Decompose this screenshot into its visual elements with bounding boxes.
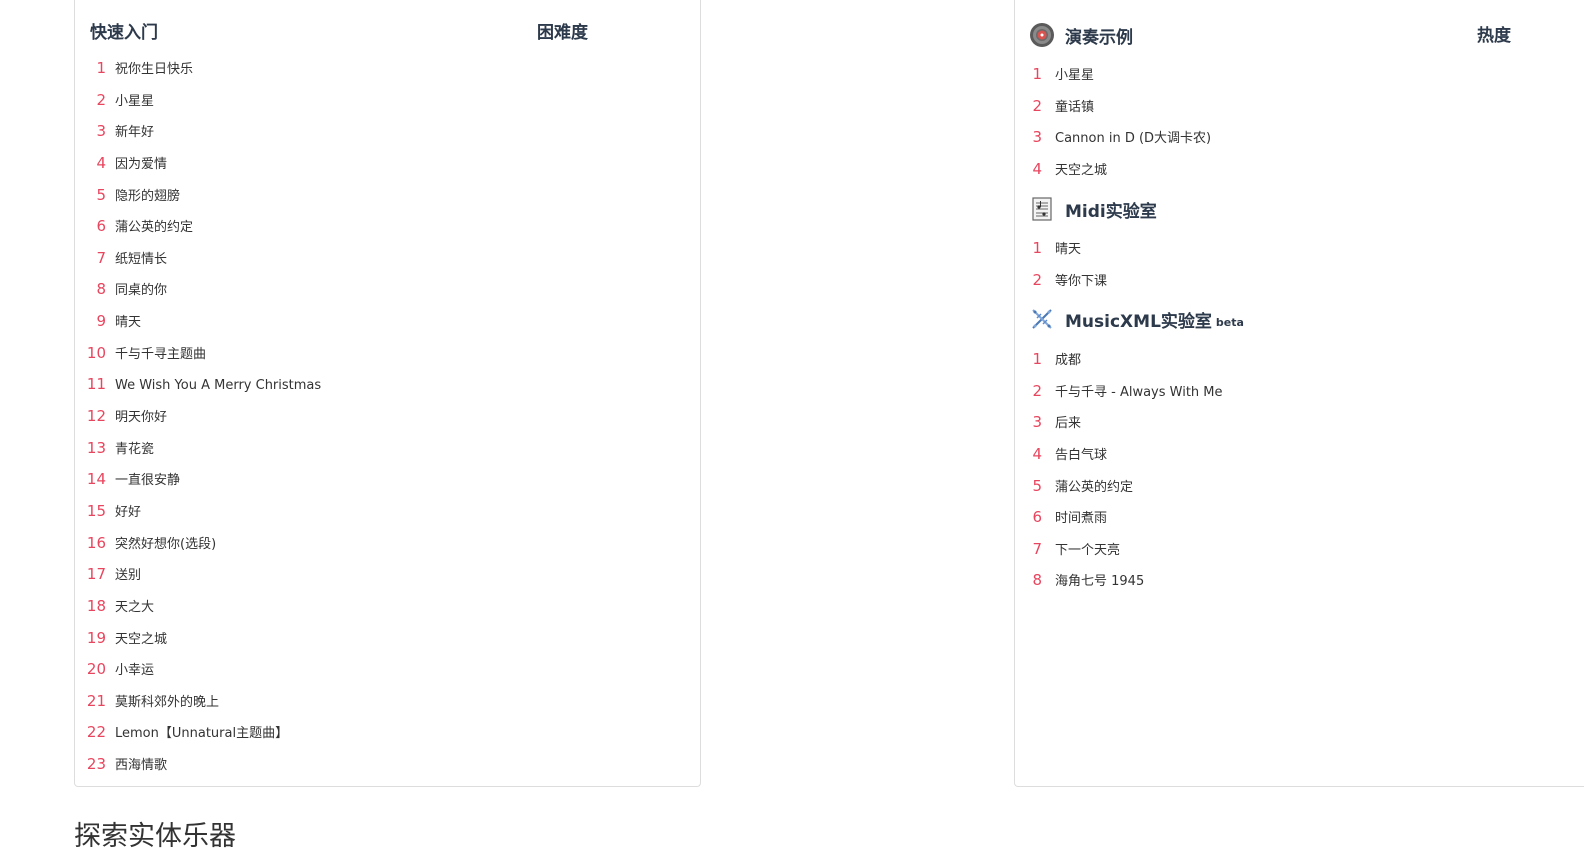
rank-number: 1: [1032, 350, 1042, 368]
song-link[interactable]: 成都: [1055, 351, 1081, 371]
rank-number: 19: [86, 628, 106, 647]
song-link[interactable]: 送别: [115, 566, 141, 586]
song-link[interactable]: 因为爱情: [115, 155, 167, 175]
demo-section-title: 演奏示例: [1065, 27, 1133, 48]
rank-number: 8: [1032, 571, 1042, 590]
rank-number: 2: [96, 90, 106, 109]
song-link[interactable]: 蒲公英的约定: [115, 218, 193, 238]
song-link[interactable]: 蒲公英的约定: [1055, 478, 1133, 498]
demo-panel: 演奏示例 热度 1 小星星 2 童话镇 3 Cannon in D (D大调卡农) 4 天空之…: [1014, 0, 1584, 787]
vinyl-record-icon: [1029, 22, 1055, 48]
rank-number: 20: [86, 660, 106, 679]
song-link[interactable]: 千与千寻主题曲: [115, 345, 206, 365]
song-link[interactable]: 莫斯科郊外的晚上: [115, 693, 219, 713]
song-link[interactable]: 好好: [115, 503, 141, 523]
song-link[interactable]: 青花瓷: [115, 440, 154, 460]
rank-number: 7: [96, 248, 106, 267]
difficulty-column-header: 困难度: [537, 23, 588, 43]
rank-number: 2: [1032, 96, 1042, 115]
rank-number: 4: [1032, 159, 1042, 178]
rank-number: 8: [96, 280, 106, 299]
quickstart-panel: 快速入门 困难度 1 祝你生日快乐 2 小星星 3 新年好 4 因为爱情 5 隐形的翅膀 6 蒲公英的…: [74, 0, 701, 787]
rank-number: 7: [1032, 539, 1042, 558]
song-link[interactable]: 晴天: [1055, 240, 1081, 260]
explore-instruments-heading: 探索实体乐器: [74, 821, 236, 852]
song-link[interactable]: 晴天: [115, 313, 141, 333]
song-link[interactable]: 同桌的你: [115, 281, 167, 301]
song-link[interactable]: 西海情歌: [115, 756, 167, 776]
song-link[interactable]: 突然好想你(选段): [115, 535, 216, 555]
song-link[interactable]: 时间煮雨: [1055, 509, 1107, 529]
song-link[interactable]: 祝你生日快乐: [115, 60, 193, 80]
rank-number: 4: [96, 153, 106, 172]
song-link[interactable]: 海角七号 1945: [1055, 572, 1144, 592]
beta-badge: beta: [1215, 315, 1244, 329]
rank-number: 5: [96, 185, 106, 204]
rank-number: 21: [86, 691, 106, 710]
midi-section-header: Midi实验室: [1029, 194, 1157, 224]
dna-helix-icon: [1029, 306, 1055, 332]
rank-number: 1: [96, 59, 106, 77]
song-link[interactable]: 明天你好: [115, 408, 167, 428]
song-link[interactable]: 小星星: [1055, 66, 1094, 86]
quickstart-title: 快速入门: [90, 23, 158, 43]
rank-number: 23: [86, 755, 106, 774]
rank-number: 14: [86, 470, 106, 489]
rank-number: 12: [86, 407, 106, 426]
rank-number: 10: [86, 343, 106, 362]
song-link[interactable]: 隐形的翅膀: [115, 187, 180, 207]
song-link[interactable]: 等你下课: [1055, 272, 1107, 292]
song-link[interactable]: 天空之城: [115, 630, 167, 650]
song-link[interactable]: 一直很安静: [115, 471, 180, 491]
rank-number: 3: [96, 122, 106, 141]
song-link[interactable]: 小幸运: [115, 661, 154, 681]
rank-number: 16: [86, 533, 106, 552]
rank-number: 22: [86, 723, 106, 742]
rank-number: 1: [1032, 239, 1042, 257]
rank-number: 5: [1032, 476, 1042, 495]
song-link[interactable]: 童话镇: [1055, 98, 1094, 118]
song-link[interactable]: 纸短情长: [115, 250, 167, 270]
rank-number: 2: [1032, 270, 1042, 289]
musicxml-section-title: MusicXML实验室: [1065, 311, 1212, 332]
rank-number: 3: [1032, 128, 1042, 147]
demo-section-header: 演奏示例: [1029, 20, 1133, 50]
rank-number: 9: [96, 312, 106, 331]
song-link[interactable]: 天之大: [115, 598, 154, 618]
song-link[interactable]: 新年好: [115, 123, 154, 143]
rank-number: 13: [86, 438, 106, 457]
song-link[interactable]: 下一个天亮: [1055, 541, 1120, 561]
song-link[interactable]: 小星星: [115, 92, 154, 112]
rank-number: 6: [96, 217, 106, 236]
rank-number: 18: [86, 596, 106, 615]
rank-number: 4: [1032, 444, 1042, 463]
rank-number: 15: [86, 501, 106, 520]
song-link[interactable]: Lemon【Unnatural主题曲】: [115, 724, 288, 744]
rank-number: 3: [1032, 413, 1042, 432]
rank-number: 1: [1032, 65, 1042, 83]
song-link[interactable]: We Wish You A Merry Christmas: [115, 376, 321, 396]
musicxml-section-header: MusicXML实验室 beta: [1029, 304, 1244, 334]
rank-number: 17: [86, 565, 106, 584]
song-link[interactable]: 后来: [1055, 414, 1081, 434]
song-link[interactable]: 天空之城: [1055, 161, 1107, 181]
popularity-column-header: 热度: [1477, 26, 1511, 46]
song-link[interactable]: 告白气球: [1055, 446, 1107, 466]
rank-number: 6: [1032, 508, 1042, 527]
midi-section-title: Midi实验室: [1065, 201, 1157, 222]
rank-number: 2: [1032, 381, 1042, 400]
sheet-music-document-icon: [1029, 196, 1055, 222]
rank-number: 11: [86, 375, 106, 394]
song-link[interactable]: 千与千寻 - Always With Me: [1055, 383, 1223, 403]
song-link[interactable]: Cannon in D (D大调卡农): [1055, 129, 1211, 149]
